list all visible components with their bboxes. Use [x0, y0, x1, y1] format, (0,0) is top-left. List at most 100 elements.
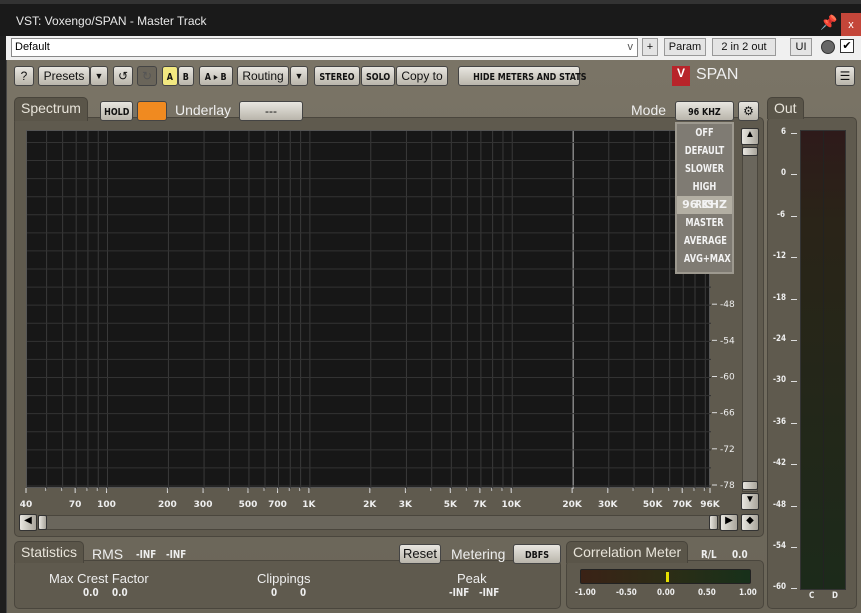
underlay-label: Underlay — [175, 102, 232, 118]
reset-button[interactable]: Reset — [399, 544, 441, 564]
out-scale-label: -24 — [773, 334, 787, 344]
hide-meters-button[interactable]: HIDE METERS AND STATS — [458, 66, 586, 86]
tab-out[interactable]: Out — [767, 97, 804, 119]
undo-icon[interactable]: ↺ — [113, 66, 133, 86]
out-scale-tick — [791, 464, 797, 466]
scroll-left-handle[interactable] — [38, 515, 47, 530]
scroll-bottom-handle[interactable] — [742, 481, 758, 490]
db-label: -48 — [720, 300, 735, 310]
b-button[interactable]: B — [178, 66, 194, 86]
horizontal-scrollbar[interactable] — [38, 515, 720, 530]
correlation-panel — [566, 560, 764, 609]
out-channel-right: D — [832, 591, 838, 601]
spectrum-plot — [26, 123, 711, 489]
scroll-top-handle[interactable] — [742, 147, 758, 156]
stereo-button[interactable]: STEREO — [314, 66, 360, 86]
correlation-scale-label: 0.00 — [657, 588, 675, 598]
mode-select[interactable]: 96 KHZ — [675, 101, 734, 121]
freq-label: 40 — [20, 500, 32, 510]
correlation-meter — [580, 569, 751, 584]
hold-button[interactable]: HOLD — [100, 101, 133, 121]
menu-icon[interactable]: ☰ — [835, 66, 855, 86]
param-button[interactable]: Param — [664, 38, 706, 56]
help-button[interactable]: ? — [14, 66, 34, 86]
rl-value: 0.0 — [732, 548, 748, 561]
ui-button[interactable]: UI — [790, 38, 812, 56]
copy-a-to-b-button[interactable]: A ▸ B — [199, 66, 233, 86]
redo-icon[interactable]: ↻ — [137, 66, 157, 86]
mode-option[interactable]: MASTER — [684, 214, 725, 232]
logo-text: SPAN — [696, 66, 739, 83]
out-scale-label: -12 — [773, 251, 787, 262]
correlation-scale-label: -0.50 — [616, 588, 637, 598]
scroll-left-button[interactable]: ◀ — [19, 514, 37, 531]
scroll-up-button[interactable]: ▲ — [741, 128, 759, 145]
spectrum-grid — [27, 123, 711, 489]
db-label: -60 — [720, 373, 735, 383]
close-button[interactable]: x — [841, 13, 861, 37]
db-label: -78 — [720, 481, 735, 491]
mode-option[interactable]: DEFAULT — [684, 142, 725, 160]
clippings-right: 0 — [300, 586, 307, 599]
mode-option[interactable]: AVERAGE — [684, 232, 727, 250]
copy-to-button[interactable]: Copy to — [396, 66, 448, 86]
db-label: -54 — [720, 336, 735, 346]
routing-button[interactable]: Routing — [237, 66, 289, 86]
out-scale-tick — [791, 215, 797, 217]
crest-label: Max Crest Factor — [49, 571, 149, 586]
rms-label: RMS — [92, 546, 124, 562]
hold-toggle[interactable] — [137, 101, 167, 121]
solo-button[interactable]: SOLO — [361, 66, 395, 86]
presets-dropdown[interactable]: ▼ — [90, 66, 108, 86]
freq-label: 500 — [239, 500, 258, 510]
freq-label: 100 — [97, 500, 116, 510]
out-scale-tick — [791, 340, 797, 341]
add-button[interactable]: + — [642, 38, 658, 56]
scroll-right-handle[interactable] — [709, 515, 718, 530]
peak-left: -INF — [449, 586, 470, 599]
out-scale-tick — [791, 381, 797, 383]
db-label: -66 — [720, 409, 735, 419]
mode-option[interactable]: AVG+MAX — [684, 250, 731, 268]
preset-value: Default — [15, 41, 50, 53]
tab-statistics[interactable]: Statistics — [14, 541, 85, 563]
pin-icon[interactable]: 📌 — [820, 14, 837, 31]
mode-label: Mode — [631, 102, 667, 118]
correlation-scale-label: 0.50 — [698, 588, 716, 598]
out-scale-label: 6 — [781, 127, 787, 137]
scroll-down-button[interactable]: ▼ — [741, 493, 759, 510]
wet-knob[interactable] — [821, 40, 835, 54]
db-label: -72 — [720, 445, 735, 455]
freq-label: 2K — [363, 500, 377, 510]
metering-select[interactable]: DBFS — [513, 544, 561, 564]
chevron-down-icon: v — [627, 41, 634, 53]
out-scale-tick — [791, 298, 797, 300]
out-scale-label: 0 — [781, 168, 787, 179]
scroll-right-button[interactable]: ▶ — [720, 514, 738, 531]
mode-option[interactable]: SLOWER — [684, 160, 725, 178]
tab-correlation[interactable]: Correlation Meter — [566, 541, 689, 563]
preset-select[interactable]: Default v — [11, 38, 638, 57]
rms-right: -INF — [166, 548, 187, 561]
crest-left: 0.0 — [83, 586, 99, 599]
peak-right: -INF — [479, 586, 500, 599]
presets-button[interactable]: Presets — [38, 66, 90, 86]
out-scale-label: -30 — [773, 375, 787, 386]
freq-label: 7K — [473, 500, 487, 510]
zoom-reset-button[interactable]: ◆ — [741, 514, 759, 531]
freq-label: 300 — [194, 500, 213, 510]
vertical-scrollbar[interactable] — [742, 130, 758, 492]
settings-gear-icon[interactable]: ⚙ — [738, 101, 759, 121]
enable-checkbox[interactable]: ✔ — [840, 39, 854, 53]
a-button[interactable]: A — [162, 66, 178, 86]
out-scale-tick — [791, 174, 797, 176]
io-button[interactable]: 2 in 2 out — [712, 38, 776, 56]
freq-label: 700 — [268, 500, 287, 510]
mode-option[interactable]: OFF — [684, 124, 725, 142]
tab-spectrum[interactable]: Spectrum — [14, 97, 88, 121]
freq-label: 50K — [643, 500, 664, 510]
routing-dropdown[interactable]: ▼ — [290, 66, 308, 86]
underlay-select[interactable]: --- — [239, 101, 303, 121]
mode-option[interactable]: HIGH RES — [684, 178, 725, 211]
peak-label: Peak — [457, 571, 487, 586]
